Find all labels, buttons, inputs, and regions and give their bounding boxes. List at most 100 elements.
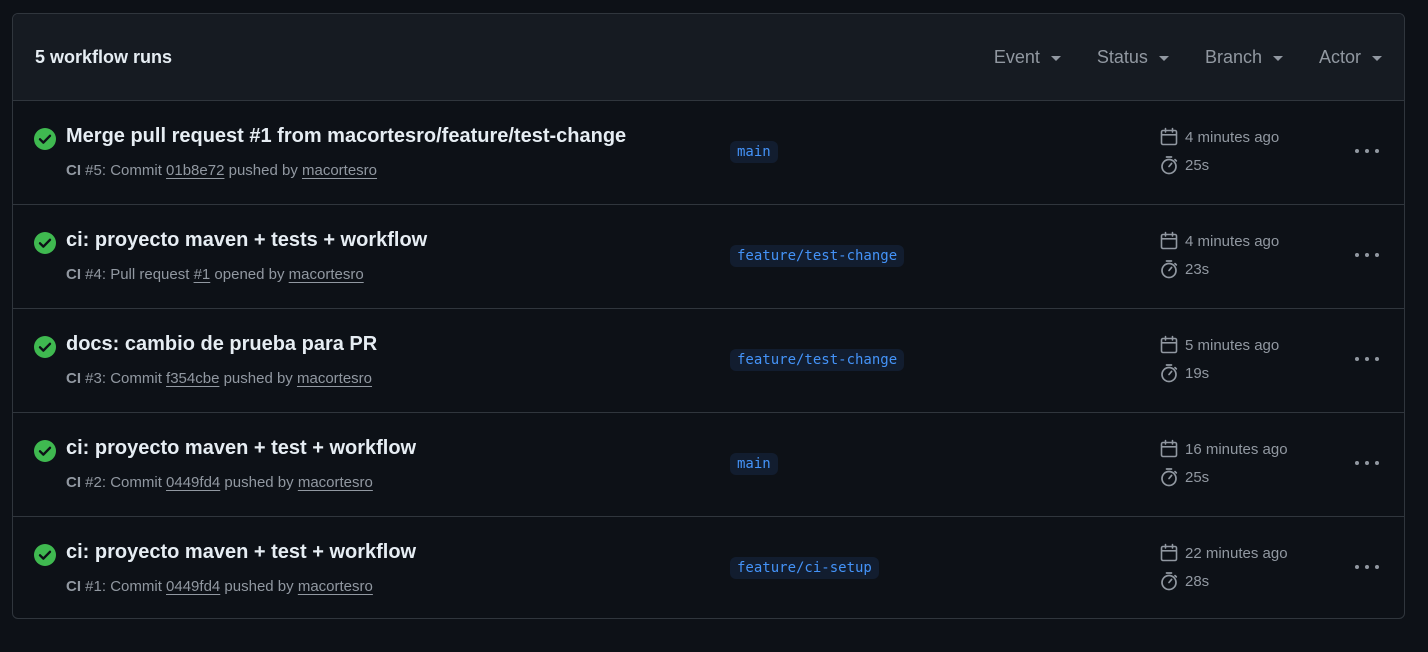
kebab-horizontal-icon bbox=[1355, 461, 1379, 465]
kebab-menu-button[interactable] bbox=[1351, 349, 1383, 369]
duration-text: 25s bbox=[1185, 156, 1210, 174]
actor-link[interactable]: macortesro bbox=[298, 578, 373, 595]
chevron-down-icon bbox=[1372, 55, 1382, 61]
duration-text: 23s bbox=[1185, 260, 1210, 278]
branch-label[interactable]: main bbox=[730, 141, 778, 163]
stopwatch-icon bbox=[1161, 364, 1178, 383]
calendar-icon bbox=[1160, 127, 1178, 146]
calendar-icon bbox=[1160, 543, 1178, 562]
run-ref-link[interactable]: 0449fd4 bbox=[166, 474, 220, 491]
run-action-suffix: pushed by bbox=[219, 370, 297, 387]
run-action-prefix: : Pull request bbox=[101, 266, 194, 283]
calendar-icon bbox=[1160, 439, 1178, 458]
run-title-link[interactable]: ci: proyecto maven + test + workflow bbox=[66, 437, 416, 460]
run-number: #3 bbox=[85, 370, 102, 387]
event-filter-dropdown[interactable]: Event bbox=[994, 47, 1061, 68]
run-time-ago: 5 minutes ago bbox=[1159, 335, 1279, 355]
duration-text: 28s bbox=[1185, 572, 1210, 590]
workflow-name: CI bbox=[66, 370, 81, 387]
duration-text: 25s bbox=[1185, 468, 1210, 486]
run-ref-link[interactable]: 01b8e72 bbox=[166, 162, 224, 179]
status-filter-label: Status bbox=[1096, 46, 1148, 67]
actor-filter-dropdown[interactable]: Actor bbox=[1319, 47, 1382, 68]
stopwatch-icon bbox=[1161, 260, 1178, 279]
run-ref-link[interactable]: f354cbe bbox=[166, 370, 219, 387]
run-duration: 19s bbox=[1159, 363, 1209, 383]
kebab-menu-button[interactable] bbox=[1351, 245, 1383, 265]
workflow-run-row: ci: proyecto maven + test + workflow CI … bbox=[13, 413, 1404, 517]
workflow-name: CI bbox=[66, 474, 81, 491]
success-check-icon bbox=[34, 232, 56, 254]
branch-label[interactable]: feature/ci-setup bbox=[730, 557, 879, 579]
actor-link[interactable]: macortesro bbox=[302, 162, 377, 179]
kebab-menu-button[interactable] bbox=[1351, 453, 1383, 473]
run-action-prefix: : Commit bbox=[101, 370, 167, 387]
duration-text: 19s bbox=[1185, 364, 1210, 382]
run-number: #1 bbox=[85, 578, 102, 595]
kebab-horizontal-icon bbox=[1355, 565, 1379, 569]
calendar-icon bbox=[1160, 335, 1178, 354]
run-action-suffix: pushed by bbox=[224, 162, 302, 179]
stopwatch-icon bbox=[1161, 572, 1178, 591]
success-check-icon bbox=[34, 336, 56, 358]
status-filter-dropdown[interactable]: Status bbox=[1097, 47, 1169, 68]
run-meta: CI #2: Commit 0449fd4 pushed by macortes… bbox=[66, 474, 373, 491]
branch-label[interactable]: feature/test-change bbox=[730, 245, 905, 267]
time-ago-text: 4 minutes ago bbox=[1185, 232, 1280, 250]
run-title-link[interactable]: docs: cambio de prueba para PR bbox=[66, 333, 377, 356]
workflow-run-row: ci: proyecto maven + tests + workflow CI… bbox=[13, 205, 1404, 309]
kebab-menu-button[interactable] bbox=[1351, 557, 1383, 577]
kebab-menu-button[interactable] bbox=[1351, 141, 1383, 161]
run-action-suffix: opened by bbox=[210, 266, 289, 283]
chevron-down-icon bbox=[1158, 55, 1169, 61]
run-title-link[interactable]: Merge pull request #1 from macortesro/fe… bbox=[66, 125, 626, 148]
actor-link[interactable]: macortesro bbox=[289, 266, 364, 283]
workflow-name: CI bbox=[66, 578, 81, 595]
run-action-prefix: : Commit bbox=[101, 162, 167, 179]
success-check-icon bbox=[34, 128, 56, 150]
workflow-runs-header: 5 workflow runs Event Status Branch Acto… bbox=[13, 14, 1404, 101]
stopwatch-icon bbox=[1161, 156, 1178, 175]
time-ago-text: 16 minutes ago bbox=[1185, 440, 1288, 458]
run-ref-link[interactable]: 0449fd4 bbox=[166, 578, 220, 595]
run-duration: 23s bbox=[1159, 259, 1209, 279]
run-title-link[interactable]: ci: proyecto maven + test + workflow bbox=[66, 541, 416, 564]
chevron-down-icon bbox=[1272, 55, 1283, 61]
calendar-icon bbox=[1160, 231, 1178, 250]
kebab-horizontal-icon bbox=[1355, 253, 1379, 257]
run-number: #5 bbox=[85, 162, 102, 179]
run-duration: 25s bbox=[1159, 467, 1209, 487]
time-ago-text: 22 minutes ago bbox=[1185, 544, 1288, 562]
branch-filter-dropdown[interactable]: Branch bbox=[1205, 47, 1283, 68]
run-number: #2 bbox=[85, 474, 102, 491]
time-ago-text: 4 minutes ago bbox=[1185, 128, 1280, 146]
branch-label[interactable]: main bbox=[730, 453, 778, 475]
run-action-suffix: pushed by bbox=[220, 474, 298, 491]
workflow-runs-list: Merge pull request #1 from macortesro/fe… bbox=[13, 101, 1404, 618]
actor-link[interactable]: macortesro bbox=[298, 474, 373, 491]
workflow-name: CI bbox=[66, 266, 81, 283]
run-meta: CI #3: Commit f354cbe pushed by macortes… bbox=[66, 370, 372, 387]
run-time-ago: 4 minutes ago bbox=[1159, 127, 1279, 147]
run-title-link[interactable]: ci: proyecto maven + tests + workflow bbox=[66, 229, 427, 252]
success-check-icon bbox=[34, 440, 56, 462]
chevron-down-icon bbox=[1050, 55, 1061, 61]
run-time-ago: 16 minutes ago bbox=[1159, 439, 1288, 459]
run-duration: 28s bbox=[1159, 571, 1209, 591]
actor-filter-label: Actor bbox=[1318, 46, 1361, 67]
time-ago-text: 5 minutes ago bbox=[1185, 336, 1280, 354]
run-action-prefix: : Commit bbox=[101, 578, 167, 595]
actor-link[interactable]: macortesro bbox=[297, 370, 372, 387]
run-ref-link[interactable]: #1 bbox=[194, 266, 211, 283]
branch-label[interactable]: feature/test-change bbox=[730, 349, 905, 371]
workflow-run-row: Merge pull request #1 from macortesro/fe… bbox=[13, 101, 1404, 205]
workflow-runs-count: 5 workflow runs bbox=[35, 46, 173, 67]
run-meta: CI #5: Commit 01b8e72 pushed by macortes… bbox=[66, 162, 377, 179]
run-meta: CI #1: Commit 0449fd4 pushed by macortes… bbox=[66, 578, 373, 595]
run-duration: 25s bbox=[1159, 155, 1209, 175]
filter-bar: Event Status Branch Actor bbox=[958, 47, 1382, 68]
run-number: #4 bbox=[85, 266, 102, 283]
run-action-prefix: : Commit bbox=[101, 474, 167, 491]
kebab-horizontal-icon bbox=[1355, 149, 1379, 153]
workflow-runs-panel: 5 workflow runs Event Status Branch Acto… bbox=[12, 13, 1405, 619]
